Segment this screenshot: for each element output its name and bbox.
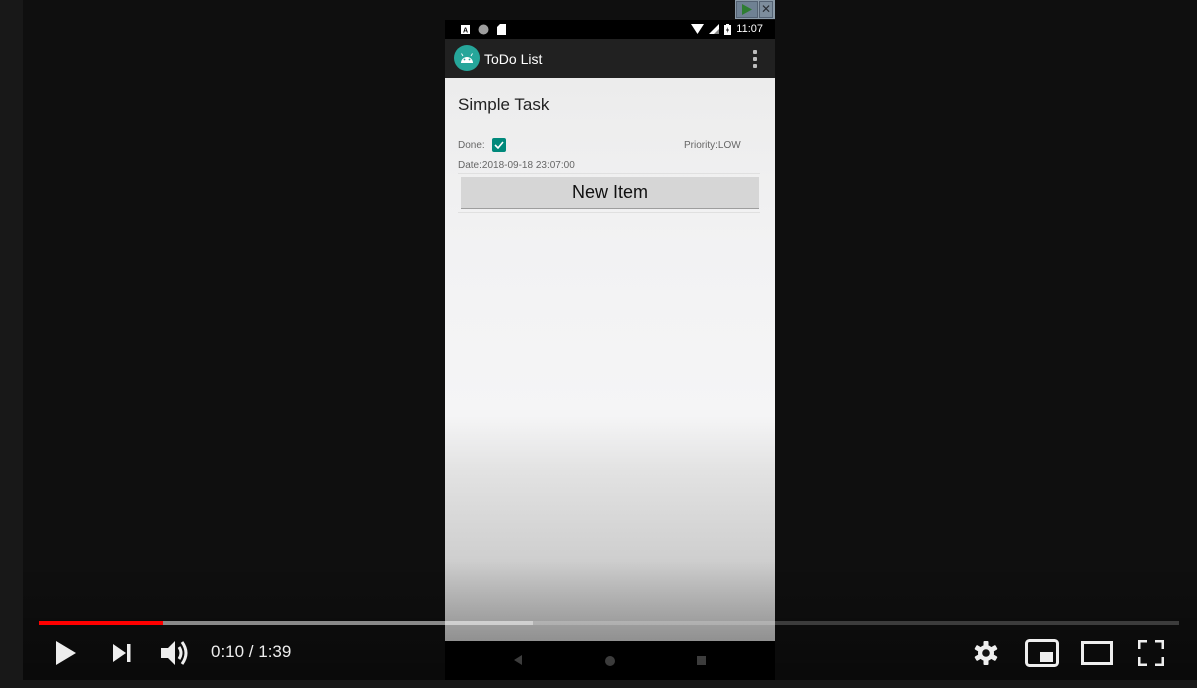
- played-bar: [39, 621, 164, 625]
- fullscreen-button[interactable]: [1136, 630, 1166, 675]
- miniplayer-button[interactable]: [1023, 630, 1061, 675]
- date-label: Date:2018-09-18 23:07:00: [458, 160, 575, 171]
- fullscreen-icon: [1138, 639, 1164, 666]
- app-bar: ToDo List: [445, 39, 775, 78]
- close-icon[interactable]: ✕: [759, 1, 773, 18]
- time-display: 0:10 / 1:39: [211, 642, 292, 661]
- divider: [458, 173, 760, 174]
- settings-button[interactable]: [971, 630, 1001, 675]
- play-icon: [56, 640, 76, 665]
- theater-icon: [1081, 640, 1113, 665]
- volume-icon: [161, 640, 188, 665]
- android-status-bar: A 11:07: [445, 20, 775, 39]
- miniplayer-icon: [1025, 638, 1059, 667]
- play-button[interactable]: [51, 630, 81, 675]
- run-icon[interactable]: [736, 1, 758, 18]
- android-icon: [454, 45, 480, 71]
- new-item-button[interactable]: New Item: [461, 177, 759, 209]
- done-checkbox[interactable]: [492, 138, 506, 152]
- more-vert-icon[interactable]: [753, 50, 757, 68]
- priority-label: Priority:LOW: [684, 140, 741, 151]
- sd-card-icon: [497, 24, 506, 35]
- todo-list: Simple Task Done: Priority:LOW Date:2018…: [445, 78, 775, 641]
- check-icon: [494, 141, 504, 149]
- next-icon: [113, 643, 131, 662]
- progress-bar[interactable]: [39, 621, 1179, 625]
- gear-icon: [974, 640, 998, 665]
- battery-charging-icon: [724, 23, 732, 35]
- next-button[interactable]: [108, 630, 136, 675]
- app-title: ToDo List: [484, 51, 543, 67]
- theater-mode-button[interactable]: [1078, 630, 1116, 675]
- svg-text:A: A: [463, 28, 468, 35]
- emulator-toolbar: ✕: [735, 0, 775, 19]
- task-title[interactable]: Simple Task: [458, 95, 549, 115]
- circle-notification-icon: [478, 24, 489, 35]
- player-controls: 0:10 / 1:39: [23, 630, 1197, 675]
- done-label: Done:: [458, 140, 485, 151]
- divider: [458, 212, 760, 213]
- a-notification-icon: A: [461, 25, 470, 34]
- status-time: 11:07: [736, 23, 763, 35]
- signal-icon: [709, 24, 720, 34]
- volume-button[interactable]: [158, 630, 192, 675]
- wifi-icon: [691, 24, 705, 34]
